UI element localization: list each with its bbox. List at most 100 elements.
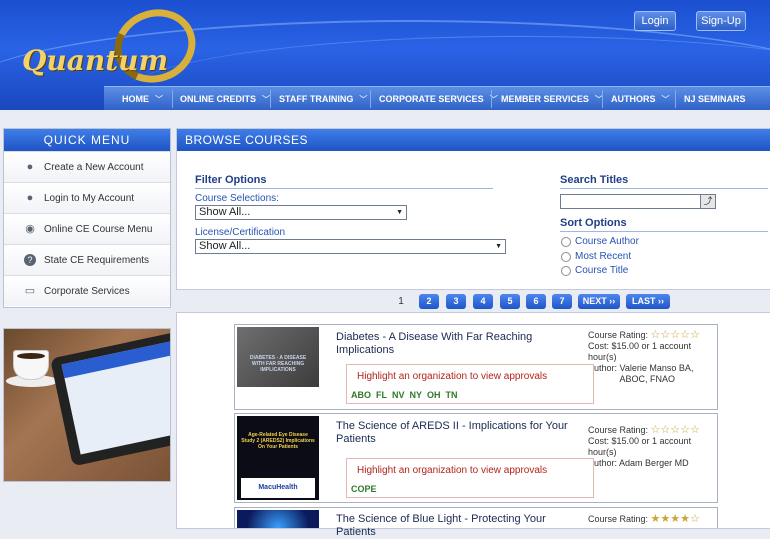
course-card: DIABETES - A DISEASE WITH FAR REACHING I… xyxy=(234,324,718,410)
approvals-hint: Highlight an organization to view approv… xyxy=(357,371,548,382)
sort-course-title[interactable]: Course Title xyxy=(561,265,628,276)
page-button-2[interactable]: 2 xyxy=(419,294,439,309)
radio-button[interactable] xyxy=(561,251,571,262)
course-meta: Course Rating: ☆☆☆☆☆ Cost: $15.00 or 1 a… xyxy=(588,330,717,385)
thumbnail-text: DIABETES - A DISEASE WITH FAR REACHING I… xyxy=(249,355,307,373)
course-meta: Course Rating: ★★★★☆ xyxy=(588,514,700,525)
sort-options-title: Sort Options xyxy=(560,217,768,232)
nav-item-online-credits[interactable]: ONLINE CREDITS ﹀ xyxy=(180,87,270,110)
course-card: The Science of Blue Light - Protecting Y… xyxy=(234,507,718,538)
course-author: Valerie Manso BA, ABOC, FNAO xyxy=(619,363,694,384)
star-rating-icon: ☆☆☆☆☆ xyxy=(650,329,700,341)
page-button-3[interactable]: 3 xyxy=(446,294,466,309)
approval-tag[interactable]: NV xyxy=(392,390,405,400)
radio-label: Course Author xyxy=(575,236,639,247)
rating-label: Course Rating: xyxy=(588,330,649,340)
last-page-button[interactable]: LAST ›› xyxy=(626,294,670,309)
page-button-6[interactable]: 6 xyxy=(526,294,546,309)
search-go-button[interactable]: ⤴ xyxy=(700,194,716,209)
tablet-device-icon xyxy=(50,329,170,467)
thumbnail-text: Age-Related Eye Disease Study 2 (AREDS2)… xyxy=(241,432,315,450)
signup-button[interactable]: Sign-Up xyxy=(696,11,746,31)
user-icon: ● xyxy=(26,192,34,204)
radio-label: Most Recent xyxy=(575,251,632,262)
macuhealth-logo: MacuHealth xyxy=(241,478,315,498)
page-current: 1 xyxy=(398,296,404,307)
coffee-cup-icon xyxy=(14,351,48,379)
dropdown-arrow-icon: ▼ xyxy=(495,243,502,250)
quick-menu: QUICK MENU ● Create a New Account ● Logi… xyxy=(3,128,171,308)
page-button-7[interactable]: 7 xyxy=(552,294,572,309)
approval-tag[interactable]: FL xyxy=(376,390,387,400)
quick-menu-create-account[interactable]: ● Create a New Account xyxy=(4,151,170,182)
chevron-down-icon: ﹀ xyxy=(155,95,163,104)
course-cost: Cost: $15.00 or 1 account hour(s) xyxy=(588,341,692,362)
radio-button[interactable] xyxy=(561,236,571,247)
course-thumbnail[interactable]: Age-Related Eye Disease Study 2 (AREDS2)… xyxy=(237,416,319,500)
approval-tags: COPE xyxy=(351,484,382,494)
radio-label: Course Title xyxy=(575,265,629,276)
course-selections-select[interactable]: Show All... ▼ xyxy=(195,205,407,220)
apple-icon: ◉ xyxy=(25,223,35,235)
quick-menu-label: Online CE Course Menu xyxy=(44,223,153,235)
page-button-4[interactable]: 4 xyxy=(473,294,493,309)
select-value: Show All... xyxy=(199,240,251,252)
approvals-hint: Highlight an organization to view approv… xyxy=(357,465,548,476)
course-thumbnail[interactable]: DIABETES - A DISEASE WITH FAR REACHING I… xyxy=(237,327,319,387)
nav-item-authors[interactable]: AUTHORS ﹀ xyxy=(611,87,670,110)
next-page-button[interactable]: NEXT ›› xyxy=(578,294,620,309)
star-rating-icon: ☆☆☆☆☆ xyxy=(650,424,700,436)
quick-menu-label: Corporate Services xyxy=(44,285,130,297)
chevron-down-icon: ﹀ xyxy=(661,95,670,104)
sort-course-author[interactable]: Course Author xyxy=(561,236,639,247)
course-title-link[interactable]: The Science of AREDS II - Implications f… xyxy=(336,420,586,446)
dropdown-arrow-icon: ▼ xyxy=(396,209,403,216)
quick-menu-login[interactable]: ● Login to My Account xyxy=(4,182,170,213)
quick-menu-label: Create a New Account xyxy=(44,161,144,173)
quick-menu-title: QUICK MENU xyxy=(4,129,170,151)
nav-item-member-services[interactable]: MEMBER SERVICES ﹀ xyxy=(501,87,603,110)
document-icon: ▭ xyxy=(24,285,36,297)
nav-item-home[interactable]: HOME ﹀ xyxy=(122,87,163,110)
license-label: License/Certification xyxy=(195,227,286,238)
sort-most-recent[interactable]: Most Recent xyxy=(561,251,631,262)
approval-tag[interactable]: NY xyxy=(410,390,423,400)
license-select[interactable]: Show All... ▼ xyxy=(195,239,506,254)
page-button-5[interactable]: 5 xyxy=(500,294,520,309)
search-titles-input[interactable] xyxy=(560,194,702,209)
approvals-box: Highlight an organization to view approv… xyxy=(346,458,594,498)
search-titles-title: Search Titles xyxy=(560,174,768,189)
course-title-link[interactable]: Diabetes - A Disease With Far Reaching I… xyxy=(336,331,586,357)
course-thumbnail[interactable] xyxy=(237,510,319,528)
radio-button[interactable] xyxy=(561,265,571,276)
course-selections-label: Course Selections: xyxy=(195,193,279,204)
user-icon: ● xyxy=(26,161,34,173)
approval-tag[interactable]: ABO xyxy=(351,390,371,400)
nav-item-corporate-services[interactable]: CORPORATE SERVICES ﹀ xyxy=(379,87,498,110)
rating-label: Course Rating: xyxy=(588,425,649,435)
select-value: Show All... xyxy=(199,206,251,218)
quantum-logo[interactable]: Quantum xyxy=(22,0,206,94)
approval-tag[interactable]: COPE xyxy=(351,484,377,494)
approval-tag[interactable]: TN xyxy=(446,390,458,400)
quick-menu-label: Login to My Account xyxy=(44,192,135,204)
nav-item-staff-training[interactable]: STAFF TRAINING ﹀ xyxy=(279,87,367,110)
tablet-promo-image xyxy=(3,328,171,482)
approval-tags: ABO FL NV NY OH TN xyxy=(351,390,463,400)
approval-tag[interactable]: OH xyxy=(427,390,441,400)
quick-menu-corporate[interactable]: ▭ Corporate Services xyxy=(4,275,170,306)
course-author: Adam Berger MD xyxy=(619,458,689,468)
site-header: Quantum Login Sign-Up HOME ﹀ ONLINE CREDI… xyxy=(0,0,770,110)
main-nav: HOME ﹀ ONLINE CREDITS ﹀ STAFF TRAINING ﹀ CO… xyxy=(104,86,770,110)
nav-item-nj-seminars[interactable]: NJ SEMINARS xyxy=(684,87,746,110)
quick-menu-state-ce[interactable]: ? State CE Requirements xyxy=(4,244,170,275)
course-title-link[interactable]: The Science of Blue Light - Protecting Y… xyxy=(336,513,586,539)
chevron-down-icon: ﹀ xyxy=(359,95,368,104)
question-icon: ? xyxy=(24,254,36,266)
course-meta: Course Rating: ☆☆☆☆☆ Cost: $15.00 or 1 a… xyxy=(588,425,717,469)
course-card: Age-Related Eye Disease Study 2 (AREDS2)… xyxy=(234,413,718,503)
quick-menu-online-ce[interactable]: ◉ Online CE Course Menu xyxy=(4,213,170,244)
rating-label: Course Rating: xyxy=(588,514,649,524)
login-button[interactable]: Login xyxy=(634,11,676,31)
star-rating-icon: ★★★★☆ xyxy=(650,513,700,525)
